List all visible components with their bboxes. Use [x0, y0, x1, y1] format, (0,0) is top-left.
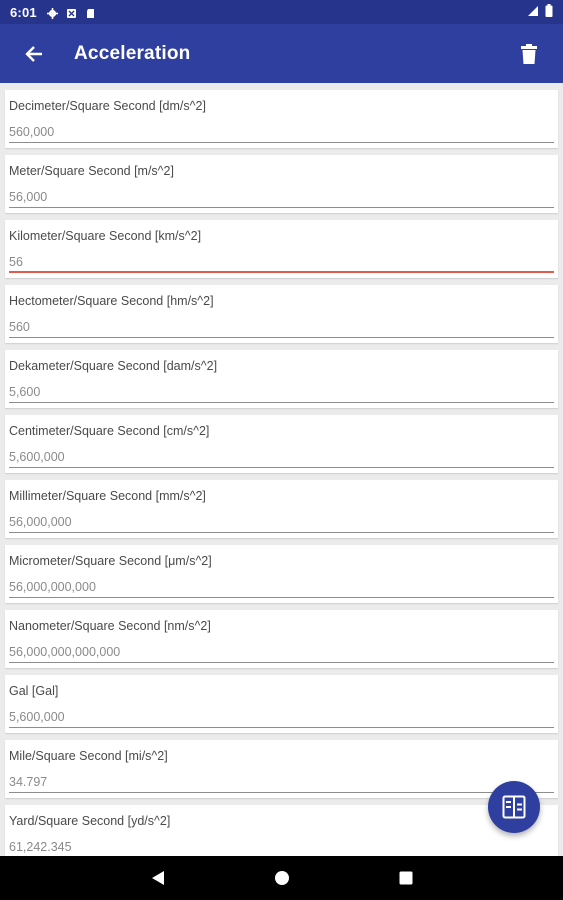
unit-card: Nanometer/Square Second [nm/s^2] 56,000,0… — [5, 610, 558, 668]
status-time: 6:01 — [10, 4, 37, 20]
unit-label: Centimeter/Square Second [cm/s^2] — [9, 424, 210, 438]
unit-value-input[interactable]: 56,000 — [9, 190, 47, 204]
unit-value-input[interactable]: 560,000 — [9, 125, 54, 139]
input-underline — [9, 792, 554, 793]
compare-layout-icon — [502, 795, 526, 819]
settings-icon — [46, 7, 58, 19]
unit-value-input[interactable]: 5,600,000 — [9, 710, 65, 724]
unit-label: Dekameter/Square Second [dam/s^2] — [9, 359, 218, 373]
unit-card: Micrometer/Square Second [μm/s^2] 56,000,… — [5, 545, 558, 603]
input-underline — [9, 142, 554, 143]
input-underline — [9, 207, 554, 208]
battery-icon — [545, 4, 553, 20]
page-title: Acceleration — [74, 42, 191, 64]
unit-value-input[interactable]: 5,600 — [9, 385, 40, 399]
nav-recents-button[interactable] — [394, 866, 418, 890]
input-underline — [9, 597, 554, 598]
unit-card: Mile/Square Second [mi/s^2] 34.797 — [5, 740, 558, 798]
input-underline — [9, 337, 554, 338]
unit-label: Hectometer/Square Second [hm/s^2] — [9, 294, 214, 308]
unit-value-input[interactable]: 56 — [9, 255, 23, 269]
back-triangle-icon — [151, 871, 164, 885]
arrow-back-icon — [25, 45, 42, 62]
compare-fab-button[interactable] — [488, 781, 540, 833]
unit-value-input[interactable]: 56,000,000,000 — [9, 580, 96, 594]
input-underline — [9, 402, 554, 403]
unit-label: Millimeter/Square Second [mm/s^2] — [9, 489, 206, 503]
trash-icon — [521, 43, 537, 64]
nav-back-button[interactable] — [146, 866, 170, 890]
nav-home-button[interactable] — [270, 866, 294, 890]
unit-label: Meter/Square Second [m/s^2] — [9, 164, 174, 178]
input-underline — [9, 271, 554, 273]
unit-label: Yard/Square Second [yd/s^2] — [9, 814, 171, 828]
unit-card: Decimeter/Square Second [dm/s^2] 560,000 — [5, 90, 558, 148]
recents-square-icon — [399, 871, 412, 885]
unit-value-input[interactable]: 61,242.345 — [9, 840, 72, 854]
unit-card: Hectometer/Square Second [hm/s^2] 560 — [5, 285, 558, 343]
unit-value-input[interactable]: 34.797 — [9, 775, 47, 789]
unit-label: Kilometer/Square Second [km/s^2] — [9, 229, 202, 243]
input-underline — [9, 662, 554, 663]
unit-value-input[interactable]: 56,000,000 — [9, 515, 72, 529]
input-underline — [9, 727, 554, 728]
unit-value-input[interactable]: 5,600,000 — [9, 450, 65, 464]
sd-card-icon — [85, 7, 96, 18]
unit-list: Decimeter/Square Second [dm/s^2] 560,000 M… — [0, 83, 563, 856]
navigation-bar — [0, 856, 563, 900]
unit-card: Kilometer/Square Second [km/s^2] 56 — [5, 220, 558, 278]
unit-card: Yard/Square Second [yd/s^2] 61,242.345 — [5, 805, 558, 856]
signal-icon — [527, 5, 539, 20]
unit-value-input[interactable]: 560 — [9, 320, 30, 334]
unit-label: Gal [Gal] — [9, 684, 59, 698]
status-icons-right — [527, 4, 553, 20]
unit-label: Nanometer/Square Second [nm/s^2] — [9, 619, 211, 633]
home-circle-icon — [274, 871, 289, 885]
status-bar: 6:01 — [0, 0, 563, 24]
unit-card: Gal [Gal] 5,600,000 — [5, 675, 558, 733]
back-button[interactable] — [16, 36, 52, 72]
unit-card: Dekameter/Square Second [dam/s^2] 5,600 — [5, 350, 558, 408]
status-icons-left — [46, 7, 96, 19]
app-bar: Acceleration — [0, 24, 563, 83]
unit-label: Mile/Square Second [mi/s^2] — [9, 749, 168, 763]
unit-card: Millimeter/Square Second [mm/s^2] 56,000,… — [5, 480, 558, 538]
input-underline — [9, 467, 554, 468]
unit-card: Meter/Square Second [m/s^2] 56,000 — [5, 155, 558, 213]
input-underline — [9, 532, 554, 533]
delete-button[interactable] — [511, 36, 547, 72]
app-notification-icon — [66, 7, 77, 18]
unit-label: Micrometer/Square Second [μm/s^2] — [9, 554, 212, 568]
unit-value-input[interactable]: 56,000,000,000,000 — [9, 645, 120, 659]
unit-label: Decimeter/Square Second [dm/s^2] — [9, 99, 206, 113]
unit-card: Centimeter/Square Second [cm/s^2] 5,600,0… — [5, 415, 558, 473]
